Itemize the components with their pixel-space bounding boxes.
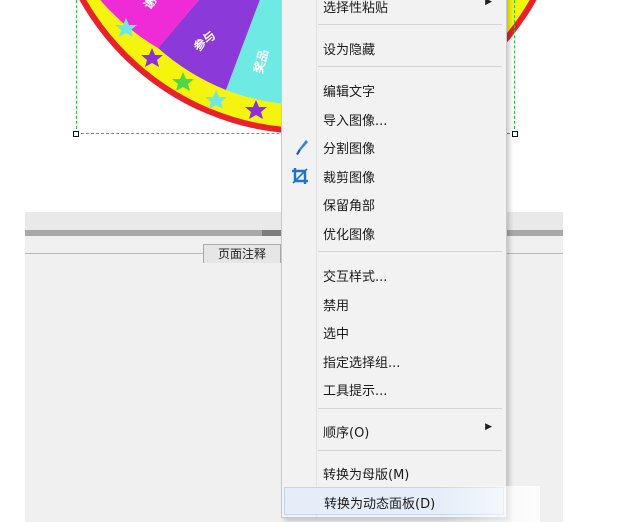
menu-item-label: 禁用 <box>323 299 350 314</box>
menu-item-label: 交互样式... <box>323 270 388 285</box>
menu-separator <box>318 24 502 25</box>
menu-item-label: 工具提示... <box>323 384 388 399</box>
menu-item-import-image[interactable]: 导入图像... <box>284 106 504 132</box>
menu-item-edit-text[interactable]: 编辑文字 <box>284 77 504 103</box>
menu-separator <box>318 251 502 252</box>
crop-icon <box>290 166 310 186</box>
menu-item-label: 选中 <box>323 327 350 342</box>
menu-item-label: 指定选择组... <box>323 356 401 371</box>
menu-item-set-hidden[interactable]: 设为隐藏 <box>284 35 504 61</box>
menu-item-label: 选择性粘贴 <box>323 1 389 16</box>
menu-item-label: 顺序(O) <box>323 426 370 441</box>
menu-item-selected[interactable]: 选中 <box>284 319 504 345</box>
menu-item-convert-to-master[interactable]: 转换为母版(M) <box>284 460 504 486</box>
menu-item-crop-image[interactable]: 裁剪图像 <box>284 163 504 189</box>
resize-handle-bottom-right[interactable] <box>512 131 518 137</box>
menu-item-label: 转换为母版(M) <box>323 468 410 483</box>
menu-separator <box>318 66 502 67</box>
menu-item-paste-special[interactable]: 选择性粘贴 ▶ <box>284 0 504 19</box>
menu-item-label: 编辑文字 <box>323 85 376 100</box>
menu-item-interaction-styles[interactable]: 交互样式... <box>284 262 504 288</box>
menu-separator <box>318 450 502 451</box>
menu-item-label: 导入图像... <box>323 114 388 129</box>
menu-item-label: 转换为动态面板(D) <box>324 497 436 512</box>
menu-item-tooltip[interactable]: 工具提示... <box>284 376 504 402</box>
submenu-arrow-icon: ▶ <box>485 422 492 432</box>
slice-knife-icon <box>290 137 310 157</box>
menu-item-order[interactable]: 顺序(O) ▶ <box>284 418 504 444</box>
menu-item-label: 裁剪图像 <box>323 171 376 186</box>
menu-item-keep-corners[interactable]: 保留角部 <box>284 191 504 217</box>
submenu-arrow-icon: ▶ <box>485 0 492 7</box>
resize-handle-bottom-left[interactable] <box>73 131 79 137</box>
menu-item-label: 保留角部 <box>323 199 376 214</box>
menu-item-slice-image[interactable]: 分割图像 <box>284 134 504 160</box>
menu-item-label: 设为隐藏 <box>323 43 376 58</box>
menu-item-label: 优化图像 <box>323 228 376 243</box>
context-menu: 选择性粘贴 ▶ 设为隐藏 编辑文字 导入图像... 分割图像 裁剪图像 保留角部… <box>281 0 507 518</box>
tab-page-notes[interactable]: 页面注释 <box>203 244 281 263</box>
menu-item-assign-selection-group[interactable]: 指定选择组... <box>284 348 504 374</box>
menu-item-disable[interactable]: 禁用 <box>284 291 504 317</box>
menu-separator <box>318 408 502 409</box>
menu-item-label: 分割图像 <box>323 142 376 157</box>
menu-fade-overlay <box>440 486 540 522</box>
menu-item-optimize-image[interactable]: 优化图像 <box>284 220 504 246</box>
